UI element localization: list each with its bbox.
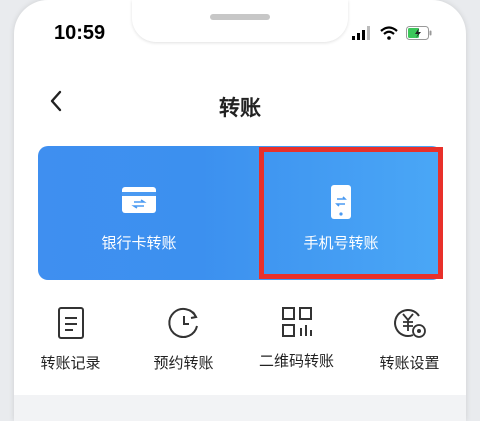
- clock-icon: [167, 307, 198, 338]
- shortcut-row: 转账记录 预约转账 二维码转账 转账设置: [14, 300, 466, 380]
- status-icons: [352, 26, 432, 40]
- speaker: [210, 14, 270, 20]
- bottom-section: [14, 395, 466, 421]
- bank-card-transfer-icon: [122, 187, 156, 213]
- highlight-box: [259, 147, 443, 279]
- shortcut-transfer-records[interactable]: 转账记录: [14, 300, 127, 373]
- top-bar: 转账: [14, 82, 466, 122]
- shortcut-transfer-settings[interactable]: 转账设置: [353, 300, 466, 373]
- shortcut-label: 预约转账: [153, 354, 214, 372]
- record-list-icon: [57, 307, 84, 339]
- shortcut-label: 转账设置: [379, 354, 440, 372]
- phone-screen: 10:59 转账 银行卡转账 手机号转账 转账记录 预约转账 二维码转账 转账设…: [14, 0, 466, 421]
- status-time: 10:59: [54, 22, 106, 44]
- shortcut-scheduled-transfer[interactable]: 预约转账: [127, 300, 240, 373]
- wifi-icon: [380, 26, 398, 40]
- shortcut-label: 二维码转账: [258, 352, 334, 370]
- shortcut-label: 转账记录: [40, 354, 101, 372]
- bank-card-transfer-label: 银行卡转账: [101, 234, 177, 252]
- notch: [132, 0, 348, 42]
- qr-code-icon: [281, 307, 312, 337]
- signal-icon: [352, 26, 370, 40]
- battery-charging-icon: [406, 26, 432, 40]
- bank-card-transfer-button[interactable]: 银行卡转账: [38, 146, 240, 280]
- settings-yuan-icon: [393, 309, 426, 338]
- shortcut-qr-transfer[interactable]: 二维码转账: [240, 300, 353, 371]
- page-title: 转账: [219, 96, 261, 120]
